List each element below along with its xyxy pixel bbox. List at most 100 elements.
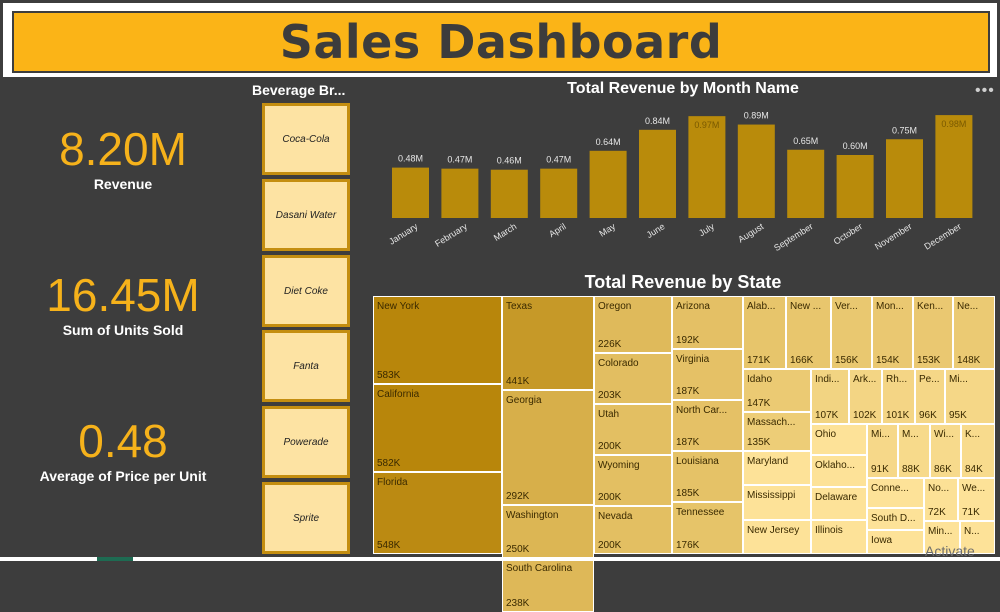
treemap-tile-value: 84K	[965, 464, 983, 475]
treemap-tile-name: Conne...	[871, 483, 909, 494]
treemap-tile-name: Mi...	[871, 429, 890, 440]
treemap-tile[interactable]: Ark... 102K	[849, 369, 882, 424]
treemap-tile[interactable]: South D...	[867, 508, 924, 530]
treemap-tile[interactable]: Oklaho...	[811, 455, 867, 487]
treemap-tile[interactable]: Massach... 135K	[743, 412, 811, 451]
treemap-tile-value: 292K	[506, 491, 530, 502]
bar-april[interactable]	[540, 168, 578, 218]
treemap-tile[interactable]: Pe... 96K	[915, 369, 945, 424]
bar-august[interactable]	[737, 124, 775, 218]
treemap-tile-name: Delaware	[815, 492, 858, 503]
treemap-tile[interactable]: Ohio	[811, 424, 867, 455]
treemap-tile[interactable]: No... 72K	[924, 478, 958, 521]
treemap-tile-value: 101K	[886, 410, 910, 421]
treemap-tile-value: 88K	[902, 464, 920, 475]
bar-october[interactable]	[836, 155, 874, 218]
treemap-tile[interactable]: M... 88K	[898, 424, 930, 478]
x-tick-label: April	[547, 221, 568, 239]
more-options-icon[interactable]: •••	[975, 82, 995, 100]
x-tick-label: January	[387, 221, 420, 247]
kpi-value: 8.20M	[59, 123, 187, 175]
bar-september[interactable]	[787, 149, 825, 218]
slicer-item-dasani-water[interactable]: Dasani Water	[262, 179, 350, 251]
treemap-tile[interactable]: Indi... 107K	[811, 369, 849, 424]
treemap-tile[interactable]: Mon... 154K	[872, 296, 913, 369]
treemap-tile[interactable]: Ne... 148K	[953, 296, 995, 369]
bar-november[interactable]	[886, 139, 923, 218]
treemap-tile[interactable]: Maryland	[743, 451, 811, 485]
bar-data-label: 0.97M	[694, 120, 719, 130]
treemap-tile[interactable]: Nevada 200K	[594, 506, 672, 554]
treemap-tile[interactable]: Colorado 203K	[594, 353, 672, 404]
slicer-item-coca-cola[interactable]: Coca-Cola	[262, 103, 350, 175]
slicer-item-fanta[interactable]: Fanta	[262, 330, 350, 402]
bar-june[interactable]	[639, 129, 676, 218]
treemap-tile-name: Indi...	[815, 374, 840, 385]
treemap-tile[interactable]: South Carolina 238K	[502, 558, 594, 612]
treemap-tile-name: Ohio	[815, 429, 837, 440]
treemap-title: Total Revenue by State	[584, 272, 782, 292]
treemap-tile[interactable]: Idaho 147K	[743, 369, 811, 412]
treemap-tile[interactable]: Mi... 91K	[867, 424, 898, 478]
bar-data-label: 0.46M	[497, 156, 522, 166]
slicer-item-powerade[interactable]: Powerade	[262, 406, 350, 478]
revenue-by-state-treemap: New York 583K California 582K Florida 548K Tex…	[373, 296, 995, 612]
treemap-tile-name: Mon...	[876, 301, 904, 312]
treemap-tile[interactable]: Iowa	[867, 530, 924, 554]
treemap-tile-value: 95K	[949, 410, 967, 421]
bar-january[interactable]	[392, 167, 429, 218]
treemap-tile[interactable]: Arizona 192K	[672, 296, 743, 349]
bar-march[interactable]	[490, 169, 528, 218]
treemap-tile[interactable]: Wyoming 200K	[594, 455, 672, 506]
treemap-tile[interactable]: New Jersey	[743, 520, 811, 554]
treemap-tile[interactable]: Mi... 95K	[945, 369, 995, 424]
x-tick-label: August	[736, 221, 765, 245]
treemap-tile-name: Colorado	[598, 358, 639, 369]
treemap-tile[interactable]: Delaware	[811, 487, 867, 520]
treemap-tile-name: M...	[902, 429, 919, 440]
treemap-tile-name: Idaho	[747, 374, 773, 385]
treemap-tile-name: Nevada	[598, 511, 633, 522]
treemap-tile[interactable]: Washington 250K	[502, 505, 594, 558]
treemap-tile[interactable]: Louisiana 185K	[672, 451, 743, 502]
treemap-tile[interactable]: Texas 441K	[502, 296, 594, 390]
treemap-tile-value: 200K	[598, 441, 622, 452]
bar-data-label: 0.47M	[546, 155, 571, 165]
slicer-item-sprite[interactable]: Sprite	[262, 482, 350, 554]
kpi-value: 0.48	[78, 415, 168, 467]
treemap-tile[interactable]: Rh... 101K	[882, 369, 915, 424]
bar-july[interactable]	[688, 116, 726, 218]
treemap-tile[interactable]: Ken... 153K	[913, 296, 953, 369]
treemap-tile[interactable]: California 582K	[373, 384, 502, 472]
treemap-tile[interactable]: New York 583K	[373, 296, 502, 384]
treemap-tile[interactable]: K... 84K	[961, 424, 995, 478]
bar-february[interactable]	[441, 168, 479, 218]
x-tick-label: October	[832, 221, 864, 246]
treemap-tile-value: 176K	[676, 540, 700, 551]
treemap-tile-name: K...	[965, 429, 981, 440]
treemap-tile[interactable]: We... 71K	[958, 478, 995, 521]
slicer-item-diet-coke[interactable]: Diet Coke	[262, 255, 350, 327]
taskbar-strip	[0, 557, 1000, 561]
treemap-tile[interactable]: Mississippi	[743, 485, 811, 520]
treemap-tile[interactable]: Ver... 156K	[831, 296, 872, 369]
treemap-tile[interactable]: Illinois	[811, 520, 867, 554]
treemap-tile[interactable]: Tennessee 176K	[672, 502, 743, 554]
treemap-tile-value: 582K	[377, 458, 401, 469]
treemap-tile[interactable]: Florida 548K	[373, 472, 502, 554]
treemap-tile[interactable]: North Car... 187K	[672, 400, 743, 451]
bar-december[interactable]	[935, 115, 973, 218]
treemap-tile[interactable]: Virginia 187K	[672, 349, 743, 400]
treemap-tile[interactable]: Utah 200K	[594, 404, 672, 455]
treemap-tile-value: 107K	[815, 410, 839, 421]
treemap-tile[interactable]: Alab... 171K	[743, 296, 786, 369]
bar-data-label: 0.98M	[941, 119, 966, 129]
bar-data-label: 0.60M	[843, 141, 868, 151]
treemap-tile[interactable]: New ... 166K	[786, 296, 831, 369]
treemap-tile[interactable]: Georgia 292K	[502, 390, 594, 505]
treemap-tile[interactable]: Conne...	[867, 478, 924, 508]
treemap-tile[interactable]: Wi... 86K	[930, 424, 961, 478]
bar-data-label: 0.64M	[596, 137, 621, 147]
treemap-tile[interactable]: Oregon 226K	[594, 296, 672, 353]
bar-may[interactable]	[589, 150, 627, 218]
